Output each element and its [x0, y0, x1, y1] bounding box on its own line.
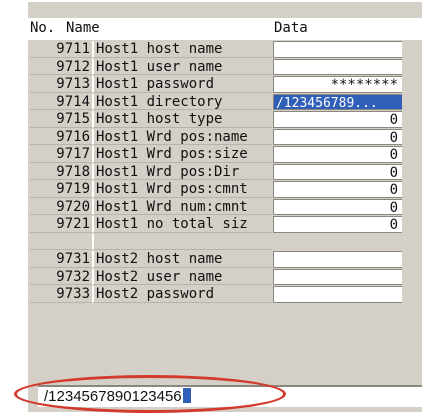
- row-data[interactable]: 0: [273, 198, 403, 215]
- row-data[interactable]: ********: [273, 76, 403, 93]
- row-data: [273, 233, 403, 250]
- row-name: Host2 host name: [92, 251, 272, 268]
- header-name: Name: [66, 20, 100, 36]
- row-data[interactable]: [273, 268, 403, 285]
- row-data[interactable]: 0: [273, 146, 403, 163]
- row-name: Host1 no total siz: [92, 216, 272, 233]
- row-data[interactable]: [273, 41, 403, 58]
- row-name: Host2 user name: [92, 268, 272, 285]
- table-row[interactable]: 9715 Host1 host type 0: [28, 111, 422, 129]
- table-row[interactable]: 9712 Host1 user name: [28, 58, 422, 77]
- row-name: Host1 host type: [92, 111, 272, 128]
- key-input-text-wrap: /1234567890123456: [44, 388, 191, 405]
- row-number: 9718: [30, 163, 92, 180]
- row-number: 9711: [30, 41, 92, 58]
- row-number: 9715: [30, 111, 92, 128]
- row-name: Host1 Wrd pos:name: [92, 128, 272, 145]
- row-name: Host1 Wrd pos:Dir: [92, 163, 272, 180]
- table-row[interactable]: 9731 Host2 host name: [28, 251, 422, 269]
- row-data[interactable]: 0: [273, 111, 403, 128]
- row-data[interactable]: 0: [273, 181, 403, 198]
- table-row[interactable]: 9733 Host2 password: [28, 286, 422, 304]
- row-number: 9731: [30, 251, 92, 268]
- row-name: Host1 Wrd pos:size: [92, 146, 272, 163]
- row-name: Host1 password: [92, 76, 272, 93]
- row-number: 9721: [30, 216, 92, 233]
- row-data[interactable]: [273, 58, 403, 75]
- table-row-selected[interactable]: 9714 Host1 directory /123456789...: [28, 93, 422, 112]
- row-data[interactable]: 0: [273, 128, 403, 145]
- table-row[interactable]: 9711 Host1 host name: [28, 41, 422, 59]
- row-name: Host1 Wrd pos:cmnt: [92, 181, 272, 198]
- right-margin-strip: [402, 41, 422, 381]
- row-number: 9719: [30, 181, 92, 198]
- table-row[interactable]: 9732 Host2 user name: [28, 268, 422, 287]
- table-header: No. Name Data: [28, 18, 422, 40]
- table-row[interactable]: 9719 Host1 Wrd pos:cmnt 0: [28, 181, 422, 199]
- header-no: No.: [30, 20, 56, 36]
- row-data[interactable]: [273, 286, 403, 303]
- text-cursor: [182, 388, 191, 403]
- row-number: 9733: [30, 286, 92, 303]
- key-input-value: /1234567890123456: [44, 388, 182, 405]
- row-number: 9712: [30, 58, 92, 75]
- row-name: Host1 user name: [92, 58, 272, 75]
- row-name: Host2 password: [92, 286, 272, 303]
- row-number: 9732: [30, 268, 92, 285]
- row-name: Host1 directory: [92, 93, 272, 110]
- row-data[interactable]: 0: [273, 216, 403, 233]
- table-row[interactable]: 9716 Host1 Wrd pos:name 0: [28, 128, 422, 147]
- row-number: 9714: [30, 93, 92, 110]
- parameter-table: 9711 Host1 host name 9712 Host1 user nam…: [28, 41, 422, 304]
- row-data-selected[interactable]: /123456789...: [273, 93, 403, 110]
- table-row[interactable]: 9721 Host1 no total siz 0: [28, 216, 422, 234]
- table-row[interactable]: 9717 Host1 Wrd pos:size 0: [28, 146, 422, 164]
- row-number: 9713: [30, 76, 92, 93]
- row-number: 9720: [30, 198, 92, 215]
- table-row[interactable]: 9720 Host1 Wrd num:cmnt 0: [28, 198, 422, 217]
- row-name: [92, 233, 272, 250]
- row-name: Host1 Wrd num:cmnt: [92, 198, 272, 215]
- row-number: 9716: [30, 128, 92, 145]
- row-data[interactable]: 0: [273, 163, 403, 180]
- table-row-blank: [28, 233, 422, 252]
- key-input-field[interactable]: /1234567890123456: [38, 385, 422, 407]
- row-name: Host1 host name: [92, 41, 272, 58]
- row-number: [30, 233, 92, 250]
- row-number: 9717: [30, 146, 92, 163]
- table-row[interactable]: 9718 Host1 Wrd pos:Dir 0: [28, 163, 422, 182]
- header-data: Data: [274, 20, 308, 36]
- table-row[interactable]: 9713 Host1 password ********: [28, 76, 422, 94]
- row-data[interactable]: [273, 251, 403, 268]
